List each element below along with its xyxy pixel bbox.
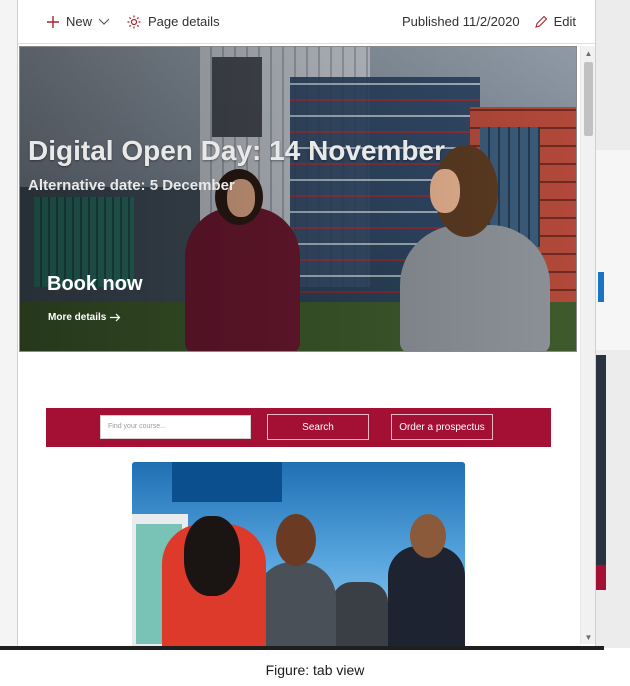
screenshot-frame: New Page details Published 11/2/2020 Edi…: [0, 0, 630, 686]
course-search-band: Find your course... Search Order a prosp…: [46, 408, 551, 447]
hero-title: Digital Open Day: 14 November: [28, 135, 446, 166]
more-details-link[interactable]: More details: [48, 312, 121, 323]
hero-subtitle: Alternative date: 5 December: [28, 177, 235, 194]
chevron-down-icon: [98, 18, 110, 25]
scroll-down-arrow-icon[interactable]: ▼: [581, 630, 595, 644]
course-search-input[interactable]: Find your course...: [100, 415, 251, 439]
published-status: Published 11/2/2020: [402, 14, 520, 29]
students-photo: [132, 462, 465, 648]
new-label: New: [66, 14, 93, 29]
edit-button[interactable]: Edit: [526, 0, 595, 44]
command-bar: New Page details Published 11/2/2020 Edi…: [18, 0, 595, 44]
page-details-button[interactable]: Page details: [118, 0, 228, 44]
figure-caption: Figure: tab view: [265, 662, 365, 678]
scroll-up-arrow-icon[interactable]: ▲: [581, 46, 595, 60]
plus-icon: [47, 15, 59, 28]
more-details-label: More details: [48, 312, 107, 323]
search-button[interactable]: Search: [267, 414, 369, 440]
pencil-icon: [534, 15, 547, 28]
window-bottom-border: [0, 646, 604, 650]
scrollbar-thumb[interactable]: [584, 62, 593, 136]
edit-label: Edit: [553, 14, 576, 29]
background-page: [596, 0, 630, 648]
page-details-label: Page details: [148, 14, 220, 29]
new-button[interactable]: New: [18, 0, 118, 44]
gear-icon: [127, 15, 141, 28]
hero-banner[interactable]: Digital Open Day: 14 November Alternativ…: [19, 46, 577, 352]
left-edge: [0, 0, 18, 648]
arrow-right-icon: [110, 313, 121, 322]
book-now-link[interactable]: Book now: [47, 273, 143, 296]
order-prospectus-button[interactable]: Order a prospectus: [391, 414, 493, 440]
vertical-scrollbar[interactable]: ▲ ▼: [580, 46, 595, 644]
sharepoint-page-panel: New Page details Published 11/2/2020 Edi…: [18, 0, 596, 648]
